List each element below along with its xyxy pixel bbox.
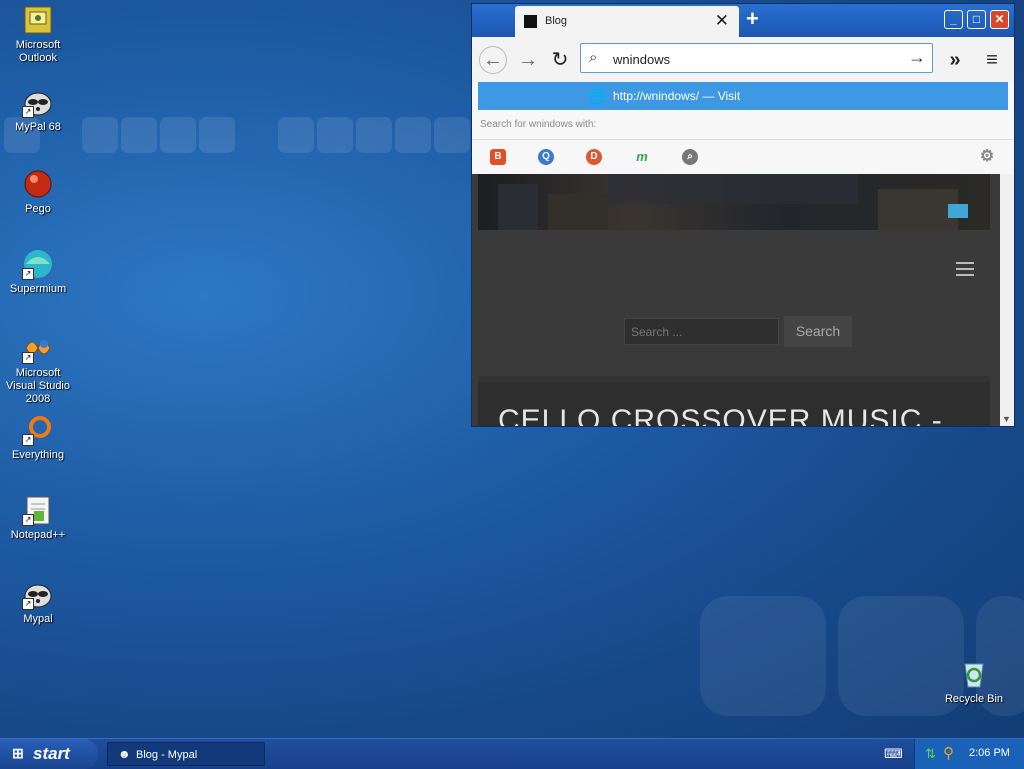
url-suggestion-item[interactable]: 🌐 http://wnindows/ — Visit [478, 82, 1008, 110]
desktop-icon-label: Supermium [9, 283, 67, 295]
tab-blog[interactable]: Blog ✕ [515, 6, 739, 37]
supermium-icon: ↗ [22, 248, 54, 280]
maximize-button[interactable]: □ [967, 10, 986, 29]
desktop-icon-mypal[interactable]: ↗ Mypal [0, 578, 76, 626]
visual-studio-icon: ↗ [22, 332, 54, 364]
desktop-icon-label: Pego [25, 203, 51, 215]
close-window-button[interactable]: ✕ [990, 10, 1009, 29]
taskbar-button-blog[interactable]: ☻ Blog - Mypal [107, 742, 265, 766]
desktop-icon-outlook[interactable]: Microsoft Outlook [0, 4, 76, 65]
network-icon[interactable]: ⇅ [925, 746, 936, 762]
shortcut-arrow-icon: ↗ [22, 352, 34, 364]
favicon-icon [524, 15, 537, 28]
desktop-icon-label: Notepad++ [10, 529, 66, 541]
reload-button[interactable]: ↻ [546, 46, 574, 74]
wallpaper-tile [395, 117, 431, 153]
globe-icon: 🌐 [588, 88, 607, 105]
wallpaper-tile [121, 117, 157, 153]
duckduckgo-search-icon[interactable]: D [586, 149, 602, 165]
page-content: Search ... Search CELLO CROSSOVER MUSIC … [472, 174, 1000, 426]
site-search-button[interactable]: Search [784, 316, 852, 347]
desktop-icon-everything[interactable]: ↗ Everything [0, 414, 76, 462]
pego-icon [22, 168, 54, 200]
shortcut-arrow-icon: ↗ [22, 434, 34, 446]
search-icon[interactable]: ⚲ [943, 744, 954, 762]
wallpaper-tile [160, 117, 196, 153]
tab-title: Blog [545, 15, 568, 27]
start-button[interactable]: ⊞ start [0, 739, 98, 769]
new-tab-button[interactable]: + [746, 6, 759, 32]
navigation-toolbar: ← → ↻ ⌕ wnindows → » ≡ [472, 37, 1014, 82]
start-label: start [33, 744, 70, 763]
shortcut-arrow-icon: ↗ [22, 268, 34, 280]
search-engine-icon[interactable]: ⌕ [682, 149, 698, 165]
forward-button[interactable]: → [514, 46, 542, 74]
desktop-icon-label: MyPal 68 [15, 121, 61, 133]
site-search-input[interactable]: Search ... [624, 318, 779, 345]
wallpaper-tile [434, 117, 470, 153]
post-title[interactable]: CELLO CROSSOVER MUSIC - [498, 404, 943, 426]
system-tray: ⇅ ⚲ 2:06 PM [914, 739, 1024, 769]
search-icon: ⌕ [589, 49, 598, 66]
desktop-icon-mypal68[interactable]: ↗ MyPal 68 [0, 86, 76, 134]
raccoon-icon: ↗ [22, 578, 54, 610]
go-arrow-icon[interactable]: → [908, 47, 926, 68]
wallpaper-tile [700, 596, 826, 716]
desktop-icon-visual-studio[interactable]: ↗ Microsoft Visual Studio 2008 [0, 332, 76, 406]
desktop-icon-label: Mypal [23, 613, 53, 625]
clock[interactable]: 2:06 PM [969, 747, 1010, 759]
windows-logo-icon: ⊞ [12, 745, 24, 761]
url-suggestion-dropdown: 🌐 http://wnindows/ — Visit Search for wn… [472, 82, 1014, 174]
wallpaper-tile [278, 117, 314, 153]
scroll-down-icon[interactable]: ▼ [1002, 414, 1011, 424]
mojeek-search-icon[interactable]: m [634, 149, 650, 165]
taskbar: ⊞ start ☻ Blog - Mypal ⌨ ⇅ ⚲ 2:06 PM [0, 738, 1024, 769]
desktop-icon-label: Microsoft Visual Studio 2008 [5, 367, 70, 405]
hamburger-menu-button[interactable]: ≡ [978, 46, 1006, 74]
search-for-label: Search for wnindows with: [480, 119, 597, 130]
overflow-menu-button[interactable]: » [941, 46, 969, 74]
desktop-icon-notepadpp[interactable]: ↗ Notepad++ [0, 494, 76, 542]
site-banner-image [478, 174, 990, 230]
qwant-search-icon[interactable]: Q [538, 149, 554, 165]
gear-icon[interactable]: ⚙ [979, 149, 995, 165]
taskbar-button-label: Blog - Mypal [136, 749, 198, 761]
desktop-icon-label: Recycle Bin [944, 693, 1004, 705]
shortcut-arrow-icon: ↗ [22, 106, 34, 118]
outlook-icon [22, 4, 54, 36]
scrollbar[interactable]: ▼ [1000, 174, 1014, 426]
browser-window[interactable]: Blog ✕ + _ □ ✕ ← → ↻ ⌕ wnindows → » ≡ 🌐 … [471, 3, 1015, 427]
desktop: Microsoft Outlook ↗ MyPal 68 Pego ↗ Supe… [0, 0, 1024, 738]
raccoon-icon: ↗ [22, 86, 54, 118]
everything-icon: ↗ [22, 414, 54, 446]
wallpaper-tile [199, 117, 235, 153]
search-engine-list: B Q D m ⌕ ⚙ [472, 139, 1014, 175]
wallpaper-tile [82, 117, 118, 153]
desktop-icon-recycle-bin[interactable]: Recycle Bin [936, 658, 1012, 706]
back-button[interactable]: ← [479, 46, 507, 74]
minimize-button[interactable]: _ [944, 10, 963, 29]
recycle-bin-icon [958, 658, 990, 690]
notepad-icon: ↗ [22, 494, 54, 526]
desktop-icon-pego[interactable]: Pego [0, 168, 76, 216]
raccoon-icon: ☻ [118, 747, 131, 761]
window-titlebar[interactable]: Blog ✕ + _ □ ✕ [472, 4, 1014, 37]
brave-search-icon[interactable]: B [490, 149, 506, 165]
keyboard-icon[interactable]: ⌨ [884, 746, 903, 762]
wallpaper-tile [356, 117, 392, 153]
shortcut-arrow-icon: ↗ [22, 514, 34, 526]
post-card: CELLO CROSSOVER MUSIC - [478, 376, 990, 426]
wallpaper-tile [317, 117, 353, 153]
desktop-icon-label: Microsoft Outlook [15, 39, 61, 64]
site-menu-icon[interactable] [956, 262, 974, 280]
shortcut-arrow-icon: ↗ [22, 598, 34, 610]
close-tab-icon[interactable]: ✕ [715, 11, 729, 31]
suggestion-text: http://wnindows/ — Visit [613, 89, 741, 103]
desktop-icon-label: Everything [12, 449, 64, 461]
url-bar[interactable]: ⌕ wnindows → [580, 43, 933, 73]
url-input[interactable]: wnindows [613, 52, 670, 67]
desktop-icon-supermium[interactable]: ↗ Supermium [0, 248, 76, 296]
